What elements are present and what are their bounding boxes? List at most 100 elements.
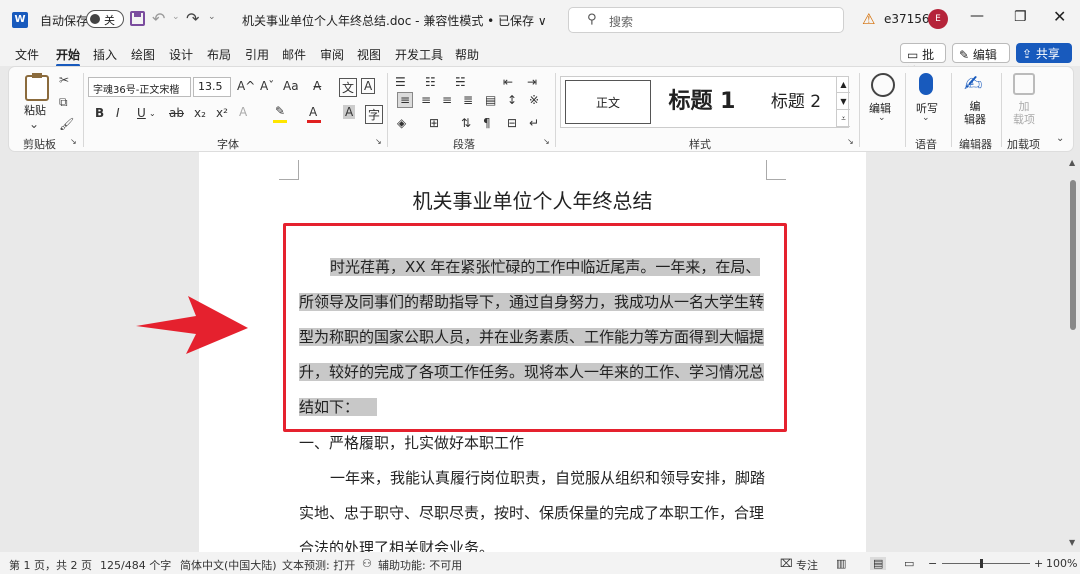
font-color-icon[interactable]: A — [309, 105, 317, 119]
tab-home[interactable]: 开始 — [56, 46, 81, 67]
vertical-scrollbar[interactable]: ▲ ▼ — [1066, 152, 1080, 552]
multilevel-list-icon[interactable]: ☵ — [455, 75, 466, 89]
increase-indent-icon[interactable]: ⇥ — [527, 75, 537, 89]
more-styles-icon[interactable]: ⩡ — [837, 110, 850, 127]
copy-icon[interactable]: ⧉ — [59, 95, 68, 110]
editor-button-label[interactable]: 编 辑器 — [964, 100, 986, 126]
tab-design[interactable]: 设计 — [169, 46, 193, 63]
line-spacing-icon[interactable]: ↕ — [507, 93, 517, 107]
tab-layout[interactable]: 布局 — [207, 46, 231, 63]
chevron-up-icon[interactable]: ▲ — [837, 76, 850, 93]
show-marks-icon[interactable]: ¶ — [483, 116, 491, 130]
italic-button[interactable]: I — [116, 106, 120, 120]
editing-mode-button[interactable]: ✎ 编辑 ⌄ — [952, 43, 1010, 76]
search-input[interactable]: ⚲ 搜索 — [568, 7, 844, 33]
phonetic-guide-icon[interactable]: 文 — [339, 78, 358, 97]
zoom-slider-thumb[interactable] — [980, 559, 983, 568]
borders-icon[interactable]: ⊞ — [429, 116, 439, 130]
tab-draw[interactable]: 绘图 — [131, 46, 155, 63]
print-layout-icon[interactable]: ▤ — [870, 557, 887, 570]
redo-icon[interactable]: ↷ — [186, 9, 199, 28]
strikethrough-button[interactable]: ab — [169, 106, 184, 120]
text-effects-icon[interactable]: A — [239, 105, 247, 119]
tab-developer[interactable]: 开发工具 — [395, 46, 443, 63]
accessibility-icon[interactable]: ⚇ — [362, 557, 372, 570]
comments-button[interactable]: ▭ 批注 — [900, 43, 946, 79]
zoom-slider-track[interactable] — [942, 563, 1030, 564]
scroll-down-icon[interactable]: ▼ — [1069, 538, 1075, 547]
text-line[interactable]: 一年来，我能认真履行岗位职责，自觉服从组织和领导安排，脚踏 — [299, 461, 767, 496]
word-count[interactable]: 125/484 个字 — [100, 557, 171, 573]
chevron-down-icon[interactable]: ⌄ — [922, 113, 930, 123]
restore-icon[interactable]: ❐ — [1014, 9, 1027, 25]
font-size-select[interactable]: 13.5 — [193, 77, 231, 97]
warning-icon[interactable]: ⚠ — [862, 10, 875, 28]
chinese-layout-icon[interactable]: ※ — [529, 93, 539, 107]
language-status[interactable]: 简体中文(中国大陆) — [180, 557, 277, 573]
collapse-ribbon-icon[interactable]: ⌄ — [1056, 133, 1064, 144]
chevron-down-icon[interactable]: ▼ — [837, 93, 850, 110]
bold-button[interactable]: B — [95, 106, 104, 120]
shrink-font-button[interactable]: Aˇ — [260, 79, 274, 93]
justify-icon[interactable]: ≣ — [463, 93, 473, 107]
text-prediction-status[interactable]: 文本预测: 打开 — [282, 557, 355, 573]
focus-mode[interactable]: 专注 — [796, 557, 818, 573]
style-heading-1[interactable]: 标题 1 — [657, 80, 747, 124]
character-shading-icon[interactable]: A — [343, 105, 356, 119]
decrease-indent-icon[interactable]: ⇤ — [503, 75, 513, 89]
bullets-icon[interactable]: ☰ — [395, 75, 406, 89]
microphone-icon[interactable] — [919, 73, 933, 95]
numbering-icon[interactable]: ☷ — [425, 75, 436, 89]
document-heading[interactable]: 机关事业单位个人年终总结 — [199, 185, 866, 214]
focus-icon[interactable]: ⌧ — [780, 557, 793, 570]
account-name[interactable]: e37156 — [884, 12, 930, 26]
tab-references[interactable]: 引用 — [245, 46, 269, 63]
zoom-level[interactable]: 100% — [1046, 557, 1077, 570]
sort-icon[interactable]: ⇅ — [461, 116, 471, 130]
enclose-characters-icon[interactable]: 字 — [365, 105, 384, 124]
line-break-icon[interactable]: ↵ — [529, 116, 539, 130]
asian-layout-icon[interactable]: ⊟ — [507, 116, 517, 130]
tab-view[interactable]: 视图 — [357, 46, 381, 63]
autosave-toggle[interactable]: 关 — [86, 10, 124, 28]
paste-icon[interactable] — [25, 73, 49, 101]
zoom-in-icon[interactable]: + — [1034, 557, 1043, 570]
styles-launcher-icon[interactable]: ↘ — [847, 137, 854, 146]
font-name-select[interactable]: 字魂36号-正文宋楷 — [88, 77, 191, 97]
change-case-button[interactable]: Aa — [283, 79, 299, 93]
zoom-out-icon[interactable]: − — [928, 557, 937, 570]
chevron-down-icon[interactable]: ⌄ — [878, 113, 886, 123]
avatar[interactable]: E — [928, 9, 948, 29]
scrollbar-thumb[interactable] — [1070, 180, 1076, 330]
save-icon[interactable] — [130, 11, 145, 26]
underline-button[interactable]: U — [137, 106, 146, 120]
clear-format-icon[interactable]: A̶ — [313, 79, 321, 93]
style-normal[interactable]: 正文 — [565, 80, 651, 124]
document-title[interactable]: 机关事业单位个人年终总结.doc - 兼容性模式 • 已保存 ∨ — [242, 12, 547, 29]
paste-button-label[interactable]: 粘贴 — [24, 102, 46, 118]
align-center-icon[interactable]: ≡ — [421, 93, 431, 107]
accessibility-status[interactable]: 辅助功能: 不可用 — [378, 557, 462, 573]
tab-file[interactable]: 文件 — [15, 46, 39, 63]
read-mode-icon[interactable]: ▥ — [836, 557, 846, 570]
web-layout-icon[interactable]: ▭ — [904, 557, 914, 570]
undo-dropdown-icon[interactable]: ⌄ — [172, 12, 180, 22]
subscript-button[interactable]: x₂ — [194, 106, 206, 120]
page-count[interactable]: 第 1 页，共 2 页 — [9, 557, 92, 573]
chevron-down-icon[interactable]: ⌄ — [29, 117, 39, 131]
clipboard-launcher-icon[interactable]: ↘ — [70, 137, 77, 146]
distributed-icon[interactable]: ▤ — [485, 93, 496, 107]
text-line[interactable]: 实地、忠于职守、尽职尽责，按时、保质保量的完成了本职工作，合理 — [299, 496, 767, 531]
share-button[interactable]: ⇪ 共享 — [1016, 43, 1072, 63]
tab-review[interactable]: 审阅 — [320, 46, 344, 63]
highlight-icon[interactable]: ✎ — [275, 104, 285, 118]
grow-font-button[interactable]: A^ — [237, 79, 255, 93]
addins-icon[interactable] — [1013, 73, 1035, 95]
tab-help[interactable]: 帮助 — [455, 46, 479, 63]
redo-dropdown-icon[interactable]: ⌄ — [208, 12, 216, 22]
shading-icon[interactable]: ◈ — [397, 116, 406, 130]
align-left-icon[interactable]: ≡ — [397, 92, 414, 108]
chevron-down-icon[interactable]: ⌄ — [149, 109, 156, 118]
superscript-button[interactable]: x² — [216, 106, 228, 120]
character-border-icon[interactable]: A — [361, 78, 376, 94]
